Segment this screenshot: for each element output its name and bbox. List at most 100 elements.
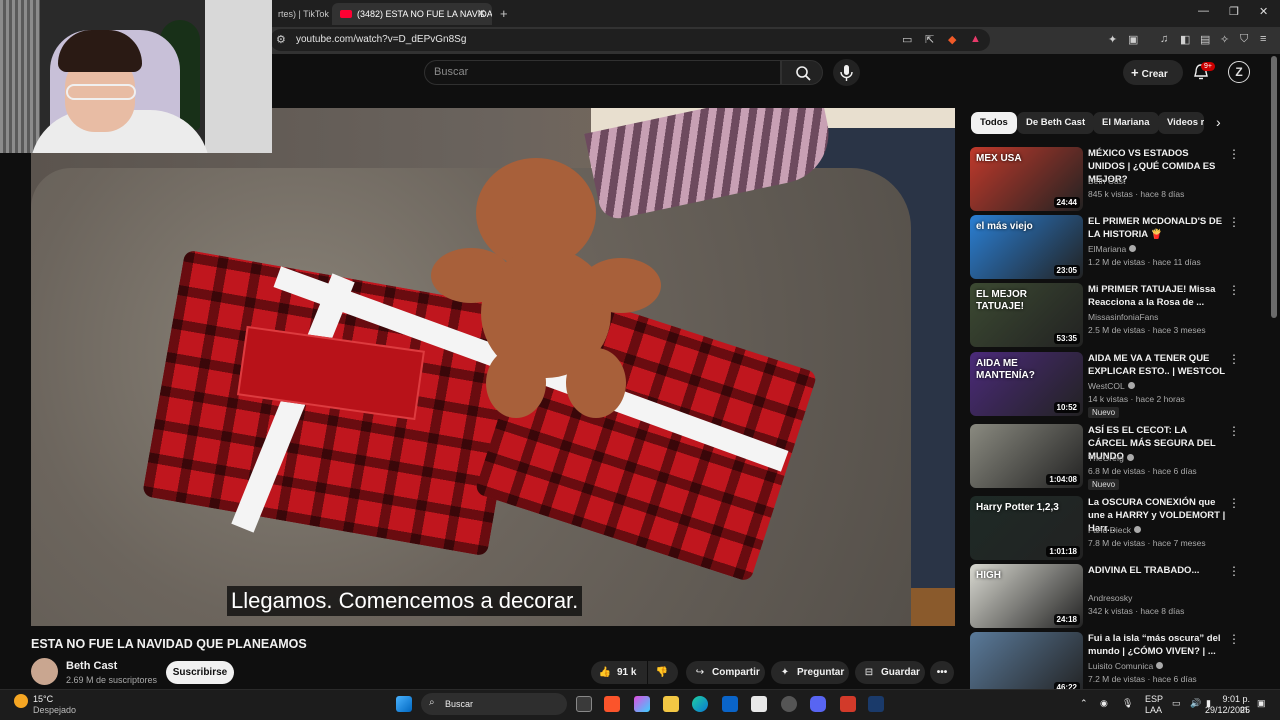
recommendation-title[interactable]: ADIVINA EL TRABADO... bbox=[1088, 564, 1226, 577]
brave-shield-icon[interactable]: ◆ bbox=[948, 33, 956, 46]
media-icon[interactable]: ♫ bbox=[1160, 33, 1168, 45]
more-vert-icon[interactable]: ⋮ bbox=[1228, 564, 1240, 578]
dislike-button[interactable]: 👎 bbox=[648, 661, 678, 684]
share-icon: ↪ bbox=[695, 667, 705, 678]
like-button[interactable]: 👍 91 k bbox=[591, 661, 647, 684]
video-thumbnail[interactable]: Harry Potter 1,2,3 1:01:18 bbox=[970, 496, 1083, 560]
discord-icon[interactable] bbox=[810, 696, 826, 712]
video-thumbnail[interactable]: 46:22 bbox=[970, 632, 1083, 696]
recommendation-item[interactable]: EL MEJOR TATUAJE! 53:35 Mi PRIMER TATUAJE!… bbox=[970, 283, 1260, 347]
store-icon[interactable] bbox=[751, 696, 767, 712]
screenshot-icon[interactable]: ▣ bbox=[1128, 33, 1138, 46]
more-vert-icon[interactable]: ⋮ bbox=[1228, 352, 1240, 366]
site-settings-icon[interactable]: ⚙ bbox=[276, 33, 286, 46]
verified-icon bbox=[1127, 382, 1135, 389]
file-explorer-icon[interactable] bbox=[663, 696, 679, 712]
video-thumbnail[interactable]: EL MEJOR TATUAJE! 53:35 bbox=[970, 283, 1083, 347]
recommendation-title[interactable]: EL PRIMER MCDONALD'S DE LA HISTORIA 🍟 bbox=[1088, 215, 1226, 241]
minimize-icon[interactable]: — bbox=[1198, 5, 1209, 17]
recommendation-title[interactable]: AIDA ME VA A TENER QUE EXPLICAR ESTO.. |… bbox=[1088, 352, 1226, 378]
brave-browser-icon[interactable] bbox=[604, 696, 620, 712]
more-vert-icon[interactable]: ⋮ bbox=[1228, 632, 1240, 646]
chip-from-channel[interactable]: De Beth Cast bbox=[1017, 112, 1095, 134]
create-button[interactable]: + Crear bbox=[1123, 60, 1183, 85]
notification-badge: 9+ bbox=[1201, 62, 1215, 71]
chip-videos[interactable]: Videos r bbox=[1158, 112, 1204, 134]
extensions-icon[interactable]: ✦ bbox=[1108, 33, 1117, 46]
tray-app-icon[interactable]: ◉ bbox=[1100, 698, 1108, 709]
recommendation-item[interactable]: MEX USA 24:44 MÉXICO VS ESTADOS UNIDOS | ¿… bbox=[970, 147, 1260, 211]
search-button[interactable] bbox=[781, 60, 823, 85]
share-page-icon[interactable]: ⇱ bbox=[925, 33, 934, 46]
tab-tiktok[interactable]: rtes) | TikTok bbox=[270, 3, 332, 25]
verified-icon bbox=[1129, 245, 1137, 252]
chevron-up-icon[interactable]: ⌃ bbox=[1080, 698, 1088, 709]
weather-icon[interactable] bbox=[14, 694, 28, 708]
youtube-favicon-icon bbox=[340, 9, 352, 18]
subscribe-button[interactable]: Suscribirse bbox=[166, 661, 234, 684]
video-thumbnail[interactable]: HIGH 24:18 bbox=[970, 564, 1083, 628]
search-input[interactable] bbox=[424, 60, 781, 85]
cast-icon[interactable]: ▭ bbox=[902, 33, 912, 46]
video-thumbnail[interactable]: 1:04:08 bbox=[970, 424, 1083, 488]
vpn-icon[interactable]: ⛉ bbox=[1240, 33, 1248, 46]
recommendation-item[interactable]: el más viejo 23:05 EL PRIMER MCDONALD'S DE… bbox=[970, 215, 1260, 279]
save-button[interactable]: ⊟ Guardar bbox=[855, 661, 925, 684]
channel-avatar[interactable] bbox=[31, 658, 58, 685]
video-thumbnail[interactable]: el más viejo 23:05 bbox=[970, 215, 1083, 279]
recommendation-item[interactable]: Harry Potter 1,2,3 1:01:18 La OSCURA CONEX… bbox=[970, 496, 1260, 560]
leo-ai-icon[interactable]: ✧ bbox=[1220, 33, 1229, 46]
close-window-icon[interactable]: ✕ bbox=[1259, 5, 1268, 18]
voice-search-button[interactable] bbox=[833, 59, 860, 86]
channel-name[interactable]: Beth Cast bbox=[66, 660, 117, 672]
recommendation-title[interactable]: Mi PRIMER TATUAJE! Missa Reacciona a la … bbox=[1088, 283, 1226, 309]
brave-rewards-icon[interactable]: ▲ bbox=[970, 33, 981, 45]
keyboard-language[interactable]: ESP bbox=[1145, 694, 1163, 704]
more-actions-button[interactable]: ••• bbox=[930, 661, 954, 684]
wallet-icon[interactable]: ▤ bbox=[1200, 33, 1210, 46]
ask-button[interactable]: ✦ Preguntar bbox=[771, 661, 849, 684]
taskbar-search[interactable] bbox=[421, 693, 567, 715]
video-player[interactable]: Llegamos. Comencemos a decorar. bbox=[31, 108, 955, 626]
recommendation-item[interactable]: 46:22 Fui a la isla “más oscura” del mund… bbox=[970, 632, 1260, 696]
page-scrollbar[interactable] bbox=[1271, 56, 1277, 318]
notification-center-icon[interactable]: ▣ bbox=[1257, 698, 1266, 709]
webcam-overlay bbox=[0, 0, 272, 153]
copilot-icon[interactable] bbox=[634, 696, 650, 712]
recommendation-title[interactable]: Fui a la isla “más oscura” del mundo | ¿… bbox=[1088, 632, 1226, 658]
more-vert-icon[interactable]: ⋮ bbox=[1228, 215, 1240, 229]
close-tab-icon[interactable]: ✕ bbox=[477, 3, 486, 25]
video-subtitle: Llegamos. Comencemos a decorar. bbox=[227, 586, 583, 616]
chevron-right-icon[interactable]: › bbox=[1216, 114, 1221, 130]
new-tab-button[interactable]: + bbox=[496, 3, 516, 25]
edge-icon[interactable] bbox=[692, 696, 708, 712]
menu-icon[interactable]: ≡ bbox=[1260, 33, 1266, 45]
more-vert-icon[interactable]: ⋮ bbox=[1228, 283, 1240, 297]
outlook-icon[interactable] bbox=[722, 696, 738, 712]
network-icon[interactable]: ▭ bbox=[1172, 698, 1181, 709]
share-button[interactable]: ↪ Compartir bbox=[686, 661, 765, 684]
windows-start-icon[interactable] bbox=[396, 696, 412, 712]
recommendation-item[interactable]: 1:04:08 ASÍ ES EL CECOT: LA CÁRCEL MÁS SE… bbox=[970, 424, 1260, 490]
more-vert-icon[interactable]: ⋮ bbox=[1228, 147, 1240, 161]
maximize-icon[interactable]: ❐ bbox=[1229, 5, 1239, 18]
more-vert-icon[interactable]: ⋮ bbox=[1228, 496, 1240, 510]
app-icon[interactable] bbox=[781, 696, 797, 712]
microphone-tray-icon[interactable]: 🎙 bbox=[1122, 698, 1133, 709]
video-duration: 53:35 bbox=[1053, 333, 1080, 344]
recommendation-meta: 2.5 M de vistas · hace 3 meses bbox=[1088, 325, 1206, 335]
more-vert-icon[interactable]: ⋮ bbox=[1228, 424, 1240, 438]
app-icon[interactable] bbox=[840, 696, 856, 712]
video-thumbnail[interactable]: AIDA ME MANTENÍA? 10:52 bbox=[970, 352, 1083, 416]
chip-all[interactable]: Todos bbox=[971, 112, 1017, 134]
weather-temp: 15°C bbox=[33, 694, 54, 704]
chip-el-mariana[interactable]: El Mariana bbox=[1093, 112, 1159, 134]
recommendation-item[interactable]: AIDA ME MANTENÍA? 10:52 AIDA ME VA A TENER… bbox=[970, 352, 1260, 418]
user-avatar[interactable]: Z bbox=[1228, 61, 1250, 83]
tab-youtube[interactable]: (3482) ESTA NO FUE LA NAVIDAD ✕ bbox=[332, 3, 492, 25]
sidebar-toggle-icon[interactable]: ◧ bbox=[1180, 33, 1190, 46]
recommendation-item[interactable]: HIGH 24:18 ADIVINA EL TRABADO... Andresosky… bbox=[970, 564, 1260, 628]
video-thumbnail[interactable]: MEX USA 24:44 bbox=[970, 147, 1083, 211]
steam-icon[interactable] bbox=[868, 696, 884, 712]
task-view-icon[interactable] bbox=[576, 696, 592, 712]
